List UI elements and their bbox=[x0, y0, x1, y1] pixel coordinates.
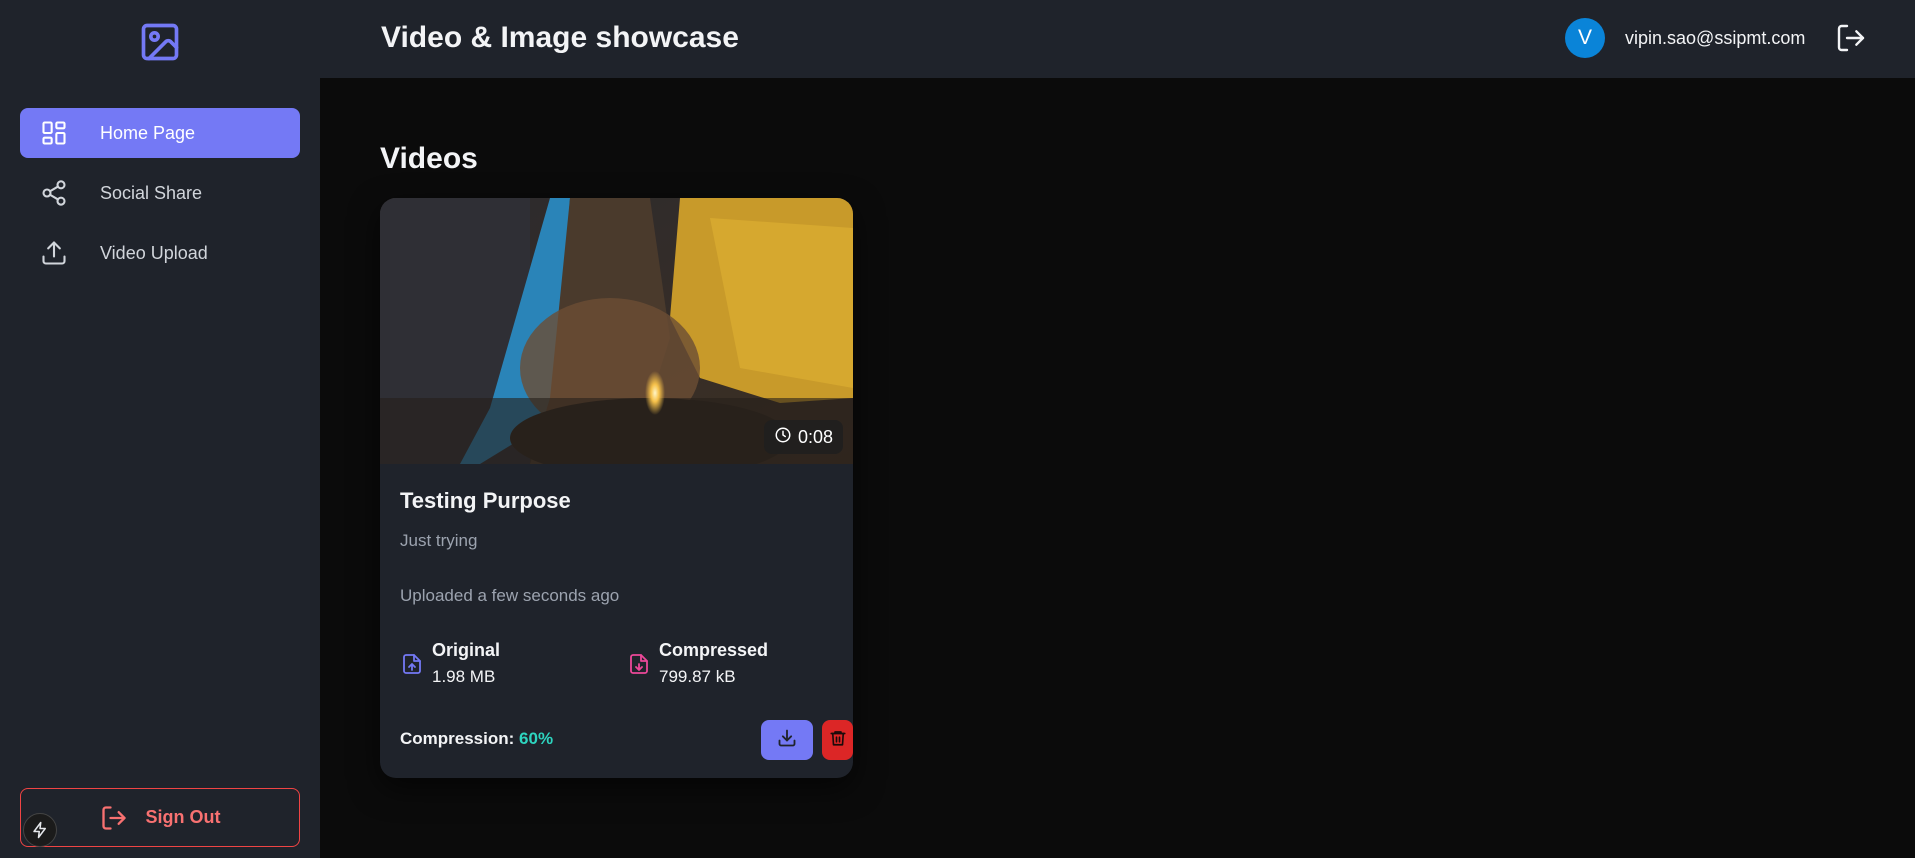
share-icon bbox=[40, 179, 68, 207]
download-button[interactable] bbox=[761, 720, 813, 760]
compression-label: Compression: bbox=[400, 729, 515, 748]
sidebar-item-label: Video Upload bbox=[100, 242, 208, 263]
file-up-icon bbox=[400, 652, 424, 676]
dashboard-icon bbox=[40, 119, 68, 147]
upload-icon bbox=[40, 239, 68, 267]
sidebar-item-home[interactable]: Home Page bbox=[20, 108, 300, 158]
sidebar-item-label: Home Page bbox=[100, 122, 196, 143]
compression-info: Compression: 60% bbox=[400, 729, 553, 749]
compression-value: 60% bbox=[519, 729, 554, 748]
sign-out-button[interactable]: Sign Out bbox=[20, 788, 300, 847]
original-label: Original bbox=[432, 640, 501, 660]
sign-out-label: Sign Out bbox=[145, 807, 221, 827]
sidebar-nav: Home Page Social Share Video Upload bbox=[20, 108, 300, 288]
download-icon bbox=[777, 728, 797, 753]
video-title: Testing Purpose bbox=[400, 488, 571, 513]
compressed-label: Compressed bbox=[659, 640, 769, 660]
top-bar: Video & Image showcase V vipin.sao@ssipm… bbox=[320, 0, 1915, 78]
logout-icon bbox=[100, 804, 128, 832]
delete-button[interactable] bbox=[822, 720, 853, 760]
bolt-icon[interactable] bbox=[23, 813, 57, 847]
sidebar-item-social-share[interactable]: Social Share bbox=[20, 168, 300, 218]
duration-text: 0:08 bbox=[797, 426, 833, 447]
compressed-size-stat: Compressed 799.87 kB bbox=[627, 640, 768, 687]
sidebar: Home Page Social Share Video Upload Sign… bbox=[0, 0, 320, 858]
clock-icon bbox=[774, 426, 792, 449]
logout-icon[interactable] bbox=[1835, 22, 1867, 54]
sidebar-item-video-upload[interactable]: Video Upload bbox=[20, 228, 300, 278]
original-size: 1.98 MB bbox=[432, 667, 496, 686]
video-description: Just trying bbox=[400, 531, 478, 550]
avatar[interactable]: V bbox=[1565, 18, 1605, 58]
image-icon[interactable] bbox=[138, 20, 182, 64]
upload-time: Uploaded a few seconds ago bbox=[400, 586, 620, 605]
file-down-icon bbox=[627, 652, 651, 676]
section-title: Videos bbox=[380, 142, 478, 175]
video-thumbnail[interactable]: 0:08 bbox=[380, 198, 853, 464]
sidebar-item-label: Social Share bbox=[100, 182, 203, 203]
original-size-stat: Original 1.98 MB bbox=[400, 640, 500, 687]
page-title: Video & Image showcase bbox=[381, 21, 739, 54]
video-card: 0:08 Testing Purpose Just trying Uploade… bbox=[380, 198, 853, 778]
compressed-size: 799.87 kB bbox=[659, 667, 736, 686]
trash-icon bbox=[829, 729, 847, 752]
duration-badge: 0:08 bbox=[763, 420, 843, 454]
user-email: vipin.sao@ssipmt.com bbox=[1625, 28, 1806, 48]
